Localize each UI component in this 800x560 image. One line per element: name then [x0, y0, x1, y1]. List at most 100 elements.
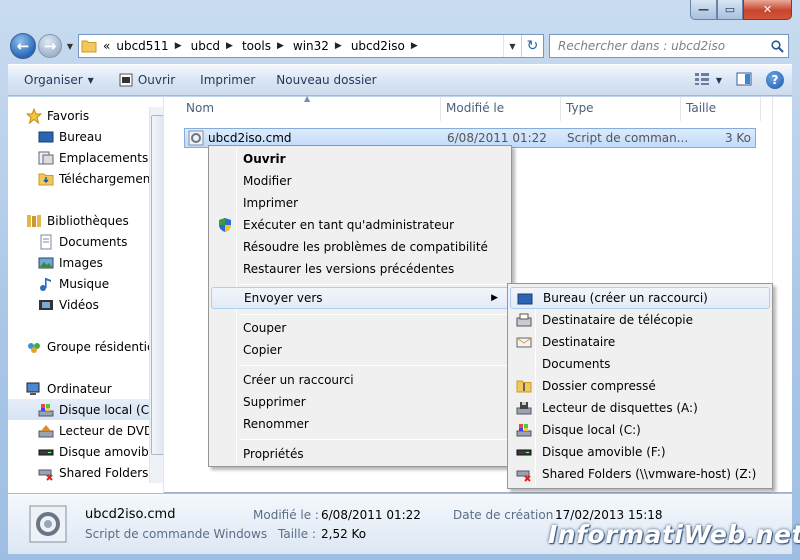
- dvd-drive-icon: [38, 423, 54, 439]
- sidebar-item-videos[interactable]: Vidéos: [38, 294, 99, 315]
- sidebar-item-documents[interactable]: Documents: [38, 231, 127, 252]
- menu-item-copy[interactable]: Copier: [211, 339, 509, 361]
- column-type[interactable]: Type: [566, 101, 594, 115]
- sidebar-item-music[interactable]: Musique: [38, 273, 109, 294]
- details-created-label: Date de création :: [453, 508, 562, 522]
- chevron-right-icon[interactable]: ▶: [331, 41, 347, 51]
- menu-item-create-shortcut[interactable]: Créer un raccourci: [211, 369, 509, 391]
- file-name: ubcd2iso.cmd: [208, 131, 292, 145]
- navigation-scrollbar[interactable]: [149, 107, 163, 483]
- maximize-button[interactable]: ▭: [717, 0, 743, 20]
- sidebar-item-desktop[interactable]: Bureau: [38, 126, 102, 147]
- scrollbar-thumb[interactable]: [151, 115, 163, 455]
- sidebar-item-label: Disque amovible: [59, 444, 160, 459]
- chevron-down-icon: ▼: [87, 75, 94, 85]
- documents-icon: [38, 234, 54, 250]
- forward-button[interactable]: →: [38, 34, 62, 58]
- sidebar-favorites[interactable]: Favoris: [25, 105, 90, 126]
- refresh-icon[interactable]: ↻: [521, 35, 543, 57]
- sidebar-item-removable-disk[interactable]: Disque amovible: [38, 441, 159, 462]
- close-button[interactable]: ✕: [743, 0, 792, 20]
- sidebar-item-downloads[interactable]: Téléchargements: [38, 168, 161, 189]
- menu-item-desktop-shortcut[interactable]: Bureau (créer un raccourci): [510, 287, 770, 309]
- sidebar-item-label: Lecteur de DVD (: [59, 423, 162, 438]
- sidebar-item-label: Musique: [59, 276, 110, 291]
- search-input[interactable]: Rechercher dans : ubcd2iso: [549, 34, 789, 58]
- menu-item-troubleshoot[interactable]: Résoudre les problèmes de compatibilité: [211, 236, 509, 258]
- column-name[interactable]: Nom: [186, 101, 214, 115]
- menu-item-fax-recipient[interactable]: Destinataire de télécopie: [510, 309, 770, 331]
- minimize-button[interactable]: —: [690, 0, 717, 20]
- menu-item-run-as-admin[interactable]: Exécuter en tant qu'administrateur: [211, 214, 509, 236]
- sidebar-item-dvd-drive[interactable]: Lecteur de DVD (: [38, 420, 162, 441]
- menu-item-compressed-folder[interactable]: Dossier compressé: [510, 375, 770, 397]
- new-folder-button[interactable]: Nouveau dossier: [264, 65, 385, 95]
- menu-item-documents[interactable]: Documents: [510, 353, 770, 375]
- chevron-right-icon[interactable]: ▶: [407, 41, 423, 51]
- fax-icon: [516, 312, 532, 328]
- menu-item-send-to[interactable]: Envoyer vers ▶: [211, 287, 509, 309]
- breadcrumb-win32[interactable]: win32: [289, 39, 331, 53]
- sidebar-item-local-disk[interactable]: Disque local (C:): [8, 399, 158, 420]
- details-file-type: Script de commande Windows: [85, 527, 268, 541]
- star-icon: [25, 107, 43, 124]
- recent-places-icon: [38, 150, 54, 166]
- sidebar-item-label: Images: [59, 255, 103, 270]
- menu-item-shared-folders[interactable]: Shared Folders (\\vmware-host) (Z:): [510, 463, 770, 485]
- sidebar-homegroup[interactable]: Groupe résidentiel: [26, 336, 158, 357]
- sidebar-item-shared-folders[interactable]: Shared Folders (\: [38, 462, 161, 483]
- context-menu: Ouvrir Modifier Imprimer Exécuter en tan…: [208, 145, 512, 467]
- sidebar-favorites-label: Favoris: [47, 108, 90, 123]
- column-size[interactable]: Taille: [686, 101, 716, 115]
- menu-item-delete[interactable]: Supprimer: [211, 391, 509, 413]
- menu-item-open[interactable]: Ouvrir: [211, 148, 509, 170]
- menu-item-print[interactable]: Imprimer: [211, 192, 509, 214]
- address-overflow[interactable]: «: [99, 39, 112, 53]
- sidebar-item-label: Disque local (C:): [59, 402, 158, 417]
- floppy-drive-icon: [516, 400, 532, 416]
- sidebar-item-pictures[interactable]: Images: [38, 252, 103, 273]
- cmd-script-icon: [188, 130, 204, 149]
- menu-item-floppy-drive[interactable]: Lecteur de disquettes (A:): [510, 397, 770, 419]
- menu-item-properties[interactable]: Propriétés: [211, 443, 509, 465]
- address-dropdown[interactable]: ▼: [503, 35, 521, 57]
- cmd-file-icon: [119, 73, 133, 87]
- send-to-submenu: Bureau (créer un raccourci) Destinataire…: [507, 283, 773, 489]
- menu-item-edit[interactable]: Modifier: [211, 170, 509, 192]
- command-bar: Organiser ▼ Ouvrir Imprimer Nouveau doss…: [8, 64, 792, 96]
- chevron-down-icon[interactable]: ▼: [716, 76, 730, 85]
- chevron-right-icon[interactable]: ▶: [222, 41, 238, 51]
- help-icon[interactable]: ?: [766, 71, 784, 89]
- menu-item-restore-versions[interactable]: Restaurer les versions précédentes: [211, 258, 509, 280]
- menu-item-cut[interactable]: Couper: [211, 317, 509, 339]
- view-options-icon[interactable]: [694, 72, 710, 89]
- pictures-icon: [38, 255, 54, 271]
- column-modified[interactable]: Modifié le: [446, 101, 504, 115]
- sidebar-computer[interactable]: Ordinateur: [26, 378, 112, 399]
- menu-item-mail-recipient[interactable]: Destinataire: [510, 331, 770, 353]
- search-icon[interactable]: [766, 35, 788, 57]
- organize-button[interactable]: Organiser ▼: [8, 65, 103, 95]
- sidebar-libraries[interactable]: Bibliothèques: [26, 210, 129, 231]
- address-bar[interactable]: « ubcd511 ▶ ubcd ▶ tools ▶ win32 ▶ ubcd2iso ▶…: [78, 34, 544, 58]
- print-button[interactable]: Imprimer: [184, 65, 264, 95]
- chevron-right-icon[interactable]: ▶: [273, 41, 289, 51]
- breadcrumb-ubcd[interactable]: ubcd: [187, 39, 222, 53]
- menu-item-rename[interactable]: Renommer: [211, 413, 509, 435]
- search-placeholder: Rechercher dans : ubcd2iso: [558, 39, 726, 53]
- sidebar-item-recent-places[interactable]: Emplacements ré: [38, 147, 163, 168]
- menu-item-local-disk[interactable]: Disque local (C:): [510, 419, 770, 441]
- menu-item-removable-disk[interactable]: Disque amovible (F:): [510, 441, 770, 463]
- breadcrumb-tools[interactable]: tools: [238, 39, 273, 53]
- music-icon: [38, 276, 54, 292]
- chevron-right-icon[interactable]: ▶: [171, 41, 187, 51]
- libraries-icon: [26, 213, 42, 229]
- recent-pages-dropdown[interactable]: ▼: [64, 40, 76, 52]
- print-label: Imprimer: [200, 73, 256, 87]
- back-button[interactable]: ←: [10, 33, 36, 59]
- breadcrumb-ubcd511[interactable]: ubcd511: [112, 39, 170, 53]
- open-button[interactable]: Ouvrir: [103, 65, 184, 95]
- breadcrumb-ubcd2iso[interactable]: ubcd2iso: [347, 39, 407, 53]
- preview-pane-icon[interactable]: [736, 72, 752, 89]
- sidebar-item-label: Bureau: [59, 129, 102, 144]
